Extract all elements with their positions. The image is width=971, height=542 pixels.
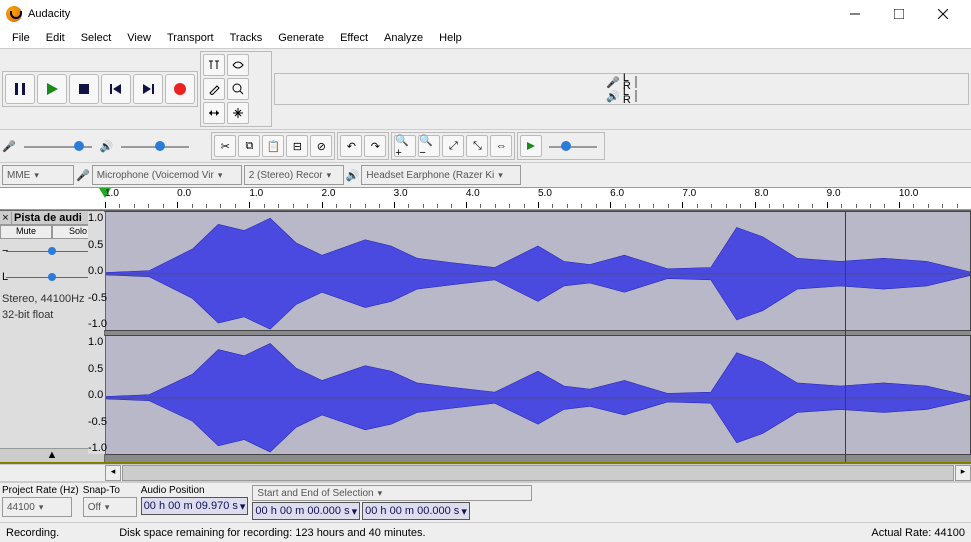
gain-slider[interactable]: −+ <box>6 243 98 261</box>
input-channels-combo[interactable]: 2 (Stereo) Recor <box>244 165 344 185</box>
waveform-channel-left[interactable]: 1.00.50.0-0.5-1.0 <box>105 211 971 331</box>
play-at-speed-button[interactable] <box>520 135 542 157</box>
window-title: Audacity <box>28 8 833 20</box>
selection-tool[interactable] <box>203 54 225 76</box>
redo-button[interactable]: ↷ <box>364 135 386 157</box>
menu-transport[interactable]: Transport <box>159 30 222 46</box>
output-device-combo[interactable]: Headset Earphone (Razer Ki <box>361 165 521 185</box>
undo-button[interactable]: ↶ <box>340 135 362 157</box>
menu-select[interactable]: Select <box>73 30 120 46</box>
app-icon <box>6 6 22 22</box>
skip-end-button[interactable] <box>133 74 163 104</box>
envelope-tool[interactable] <box>227 54 249 76</box>
menu-help[interactable]: Help <box>431 30 470 46</box>
speaker-icon: 🔊 <box>606 90 620 103</box>
title-bar: Audacity <box>0 0 971 28</box>
timeshift-tool[interactable] <box>203 102 225 124</box>
project-rate-label: Project Rate (Hz) <box>2 485 79 496</box>
draw-tool[interactable] <box>203 78 225 100</box>
zoom-out-button[interactable]: 🔍− <box>418 135 440 157</box>
toolbar-row-1: 🎤 LR -57-54-51-48-45-42-39-36-33-30-27-2… <box>0 48 971 130</box>
track-name[interactable]: Pista de audi <box>12 212 94 224</box>
menu-tracks[interactable]: Tracks <box>222 30 271 46</box>
menu-bar: File Edit Select View Transport Tracks G… <box>0 28 971 48</box>
menu-edit[interactable]: Edit <box>38 30 73 46</box>
tools-toolbar <box>200 51 272 127</box>
toolbar-row-2: 🎤 🔊 ✂ ⧉ 📋 ⊟ ⊘ ↶ ↷ 🔍+ 🔍− ⤢ ⤡ ⇔ <box>0 130 971 163</box>
pan-slider[interactable]: LR <box>6 269 98 287</box>
playback-volume-slider[interactable] <box>115 137 195 155</box>
timeline-ruler[interactable]: 1.00.01.02.03.04.05.06.07.08.09.010.011.… <box>0 188 971 210</box>
status-actual-rate: Actual Rate: 44100 <box>871 527 965 539</box>
zoom-in-button[interactable]: 🔍+ <box>394 135 416 157</box>
zoom-sel-button[interactable]: ⤢ <box>442 135 464 157</box>
mute-button[interactable]: Mute <box>0 225 52 239</box>
zoom-fit-button[interactable]: ⤡ <box>466 135 488 157</box>
audio-host-combo[interactable]: MME <box>2 165 74 185</box>
recording-volume-slider[interactable] <box>18 137 98 155</box>
selection-end-field[interactable]: 00 h 00 m 00.000 s▾ <box>362 502 470 520</box>
snap-to-combo[interactable]: Off <box>83 497 137 517</box>
menu-view[interactable]: View <box>119 30 159 46</box>
horizontal-scrollbar[interactable]: ◂ ▸ <box>0 464 971 482</box>
transcription-toolbar <box>517 132 605 160</box>
transport-toolbar <box>2 71 198 107</box>
paste-button[interactable]: 📋 <box>262 135 284 157</box>
menu-file[interactable]: File <box>4 30 38 46</box>
multi-tool[interactable] <box>227 102 249 124</box>
speaker-slider-icon: 🔊 <box>100 140 114 153</box>
input-device-icon: 🎤 <box>76 169 90 182</box>
status-disk: Disk space remaining for recording: 123 … <box>119 527 425 539</box>
minimize-button[interactable] <box>833 0 877 28</box>
recording-meter[interactable]: 🎤 LR -57-54-51-48-45-42-39-36-33-30-27-2… <box>274 73 969 105</box>
menu-generate[interactable]: Generate <box>270 30 332 46</box>
waveform-area[interactable]: 1.00.50.0-0.5-1.0 1.00.50.0-0.5-1.0 <box>105 211 971 462</box>
selection-start-field[interactable]: 00 h 00 m 00.000 s▾ <box>252 502 360 520</box>
snap-to-label: Snap-To <box>83 485 137 496</box>
close-button[interactable] <box>921 0 965 28</box>
tracks-area: × Pista de audi ▼ Mute Solo −+ LR Stereo… <box>0 210 971 464</box>
selection-toolbar: Project Rate (Hz) 44100 Snap-To Off Audi… <box>0 482 971 522</box>
cut-button[interactable]: ✂ <box>214 135 236 157</box>
menu-effect[interactable]: Effect <box>332 30 376 46</box>
undo-toolbar: ↶ ↷ <box>337 132 389 160</box>
menu-analyze[interactable]: Analyze <box>376 30 431 46</box>
track-close-button[interactable]: × <box>0 212 12 224</box>
device-toolbar: MME 🎤 Microphone (Voicemod Vir 2 (Stereo… <box>0 163 971 188</box>
output-device-icon: 🔊 <box>346 169 360 182</box>
audio-position-label: Audio Position <box>141 485 249 496</box>
mic-slider-icon: 🎤 <box>2 140 16 153</box>
audio-position-field[interactable]: 00 h 00 m 09.970 s▾ <box>141 497 249 515</box>
silence-button[interactable]: ⊘ <box>310 135 332 157</box>
copy-button[interactable]: ⧉ <box>238 135 260 157</box>
input-device-combo[interactable]: Microphone (Voicemod Vir <box>92 165 242 185</box>
play-speed-slider[interactable] <box>543 137 603 155</box>
status-state: Recording. <box>6 527 59 539</box>
play-button[interactable] <box>37 74 67 104</box>
zoom-toggle-button[interactable]: ⇔ <box>490 135 512 157</box>
maximize-button[interactable] <box>877 0 921 28</box>
zoom-tool[interactable] <box>227 78 249 100</box>
edit-toolbar: ✂ ⧉ 📋 ⊟ ⊘ <box>211 132 335 160</box>
skip-start-button[interactable] <box>101 74 131 104</box>
zoom-toolbar: 🔍+ 🔍− ⤢ ⤡ ⇔ <box>391 132 515 160</box>
selection-mode-combo[interactable]: Start and End of Selection <box>252 485 532 501</box>
status-bar: Recording. Disk space remaining for reco… <box>0 522 971 542</box>
scroll-right-button[interactable]: ▸ <box>955 465 971 481</box>
trim-button[interactable]: ⊟ <box>286 135 308 157</box>
waveform-channel-right[interactable]: 1.00.50.0-0.5-1.0 <box>105 335 971 455</box>
pause-button[interactable] <box>5 74 35 104</box>
stop-button[interactable] <box>69 74 99 104</box>
record-button[interactable] <box>165 74 195 104</box>
record-cursor <box>845 211 846 462</box>
mic-icon: 🎤 <box>606 76 620 89</box>
scroll-left-button[interactable]: ◂ <box>105 465 121 481</box>
project-rate-combo[interactable]: 44100 <box>2 497 72 517</box>
